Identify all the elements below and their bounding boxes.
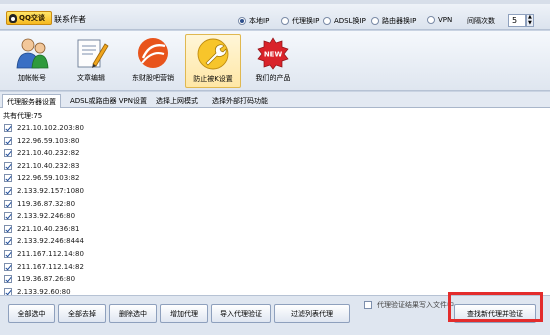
- main-toolbar: 加帐帐号 文章编辑 东财股吧营销 防止被K设置 NEW 我们的产品: [0, 31, 550, 91]
- select-all-button[interactable]: 全部选中: [8, 304, 55, 323]
- proxy-checkbox[interactable]: [4, 174, 12, 183]
- proxy-address: 221.10.102.203:80: [17, 124, 84, 132]
- document-edit-icon: [77, 39, 109, 68]
- radio-proxy-ip[interactable]: [281, 17, 289, 25]
- proxy-checkbox[interactable]: [4, 224, 12, 233]
- radio-adsl-ip[interactable]: [323, 17, 331, 25]
- toolbar-anti-ban-settings[interactable]: 防止被K设置: [185, 34, 241, 88]
- list-item[interactable]: 119.36.87.26:80: [2, 273, 75, 285]
- proxy-checkbox[interactable]: [4, 161, 12, 170]
- swirl-logo-icon: [138, 38, 168, 68]
- list-item[interactable]: 221.10.40.232:83: [2, 160, 79, 172]
- mode-vpn[interactable]: VPN: [427, 16, 452, 24]
- tab-proxy-server-settings[interactable]: 代理服务器设置: [2, 94, 61, 108]
- proxy-address: 2.133.92.246:8444: [17, 237, 84, 246]
- interval-input[interactable]: 5: [508, 14, 526, 27]
- proxy-address: 211.167.112.14:80: [17, 250, 84, 258]
- import-verify-button[interactable]: 导入代理验证: [211, 304, 271, 323]
- red-highlight-box: [448, 292, 543, 322]
- mode-local-ip-label: 本地IP: [249, 17, 270, 25]
- svg-text:NEW: NEW: [264, 51, 283, 59]
- filter-list-button[interactable]: 过滤列表代理: [274, 304, 350, 323]
- interval-spinner-arrows[interactable]: [526, 14, 534, 27]
- toolbar-add-account-label: 加帐帐号: [18, 74, 46, 82]
- list-item[interactable]: 2.133.92.246:80: [2, 210, 75, 222]
- toolbar-article-edit[interactable]: 文章编辑: [63, 34, 119, 88]
- proxy-checkbox[interactable]: [4, 250, 12, 258]
- mode-proxy-ip[interactable]: 代理换IP: [281, 16, 319, 26]
- tab-adsl-router-vpn[interactable]: ADSL或路由器 VPN设置: [66, 94, 151, 108]
- proxy-address: 221.10.40.232:82: [17, 149, 80, 158]
- mode-vpn-label: VPN: [438, 16, 453, 24]
- toolbar-eastmoney-marketing[interactable]: 东财股吧营销: [125, 34, 181, 88]
- proxy-checkbox[interactable]: [4, 199, 12, 208]
- proxy-address: 122.96.59.103:80: [17, 136, 80, 145]
- toolbar-eastmoney-label: 东财股吧营销: [132, 74, 174, 82]
- verify-result-checkbox[interactable]: [364, 301, 372, 309]
- toolbar-add-account[interactable]: 加帐帐号: [4, 34, 60, 88]
- qq-chat-label: QQ交谈: [19, 14, 45, 22]
- proxy-checkbox[interactable]: [4, 262, 12, 271]
- mode-proxy-ip-label: 代理换IP: [292, 17, 320, 25]
- proxy-checkbox[interactable]: [4, 136, 12, 145]
- list-item[interactable]: 221.10.40.236:81: [2, 223, 79, 235]
- deselect-all-button[interactable]: 全部去掉: [58, 304, 106, 323]
- wrench-icon: [197, 38, 229, 70]
- mode-adsl-ip[interactable]: ADSL换IP: [323, 16, 366, 26]
- contact-author-link[interactable]: 联系作者: [54, 14, 86, 25]
- list-item[interactable]: 221.10.102.203:80: [2, 122, 84, 134]
- mode-local-ip[interactable]: 本地IP: [238, 16, 269, 26]
- radio-local-ip[interactable]: [238, 17, 246, 25]
- list-item[interactable]: 119.36.87.32:80: [2, 198, 75, 210]
- proxy-address: 119.36.87.26:80: [17, 275, 76, 284]
- add-proxy-button[interactable]: 增加代理: [160, 304, 208, 323]
- list-item[interactable]: 211.167.112.14:80: [2, 248, 84, 260]
- mode-adsl-ip-label: ADSL换IP: [334, 17, 366, 25]
- proxy-address: 221.10.40.236:81: [17, 224, 80, 233]
- mode-router-ip-label: 路由器换IP: [382, 17, 417, 25]
- tab-captcha-service[interactable]: 选择外部打码功能: [208, 94, 272, 108]
- qq-penguin-icon: [9, 13, 17, 23]
- toolbar-our-products-label: 我们的产品: [255, 74, 291, 82]
- proxy-address: 2.133.92.157:1080: [17, 187, 84, 195]
- list-item[interactable]: 122.96.59.103:80: [2, 135, 79, 147]
- settings-tabs: 代理服务器设置 ADSL或路由器 VPN设置 选择上网模式 选择外部打码功能: [0, 92, 550, 108]
- mode-router-ip[interactable]: 路由器换IP: [371, 16, 416, 26]
- top-bar: QQ交谈 联系作者 本地IP 代理换IP ADSL换IP 路由器换IP VPN …: [0, 4, 550, 30]
- radio-vpn[interactable]: [427, 16, 435, 24]
- delete-selected-button[interactable]: 删除选中: [109, 304, 157, 323]
- list-item[interactable]: 122.96.59.103:82: [2, 172, 79, 184]
- proxy-address: 211.167.112.14:82: [17, 262, 84, 271]
- interval-label: 间隔次数: [467, 17, 495, 25]
- proxy-list[interactable]: 221.10.102.203:80 122.96.59.103:80 221.10.…: [2, 120, 548, 300]
- proxy-address: 221.10.40.232:83: [17, 161, 80, 170]
- list-item[interactable]: 221.10.40.232:82: [2, 147, 79, 159]
- proxy-checkbox[interactable]: [4, 187, 12, 195]
- proxy-checkbox[interactable]: [4, 212, 12, 221]
- verify-result-option[interactable]: 代理验证结果写入文件中: [362, 300, 454, 310]
- proxy-address: 122.96.59.103:82: [17, 174, 80, 183]
- list-item[interactable]: 2.133.92.157:1080: [2, 185, 84, 197]
- toolbar-article-edit-label: 文章编辑: [77, 74, 105, 82]
- list-item[interactable]: 2.133.92.246:8444: [2, 235, 84, 247]
- radio-router-ip[interactable]: [371, 17, 379, 25]
- list-item[interactable]: 211.167.112.14:82: [2, 261, 84, 273]
- verify-result-label: 代理验证结果写入文件中: [377, 301, 454, 309]
- user-add-icon: [16, 38, 49, 69]
- tab-network-mode[interactable]: 选择上网模式: [152, 94, 202, 108]
- proxy-checkbox[interactable]: [4, 275, 12, 284]
- toolbar-anti-ban-label: 防止被K设置: [193, 75, 233, 83]
- proxy-address: 2.133.92.246:80: [17, 212, 76, 221]
- proxy-address: 119.36.87.32:80: [17, 199, 76, 208]
- toolbar-our-products[interactable]: NEW 我们的产品: [245, 34, 301, 88]
- qq-chat-button[interactable]: QQ交谈: [6, 11, 52, 25]
- proxy-checkbox[interactable]: [4, 149, 12, 158]
- proxy-checkbox[interactable]: [4, 124, 12, 132]
- new-badge-icon: NEW: [257, 37, 289, 70]
- proxy-checkbox[interactable]: [4, 237, 12, 246]
